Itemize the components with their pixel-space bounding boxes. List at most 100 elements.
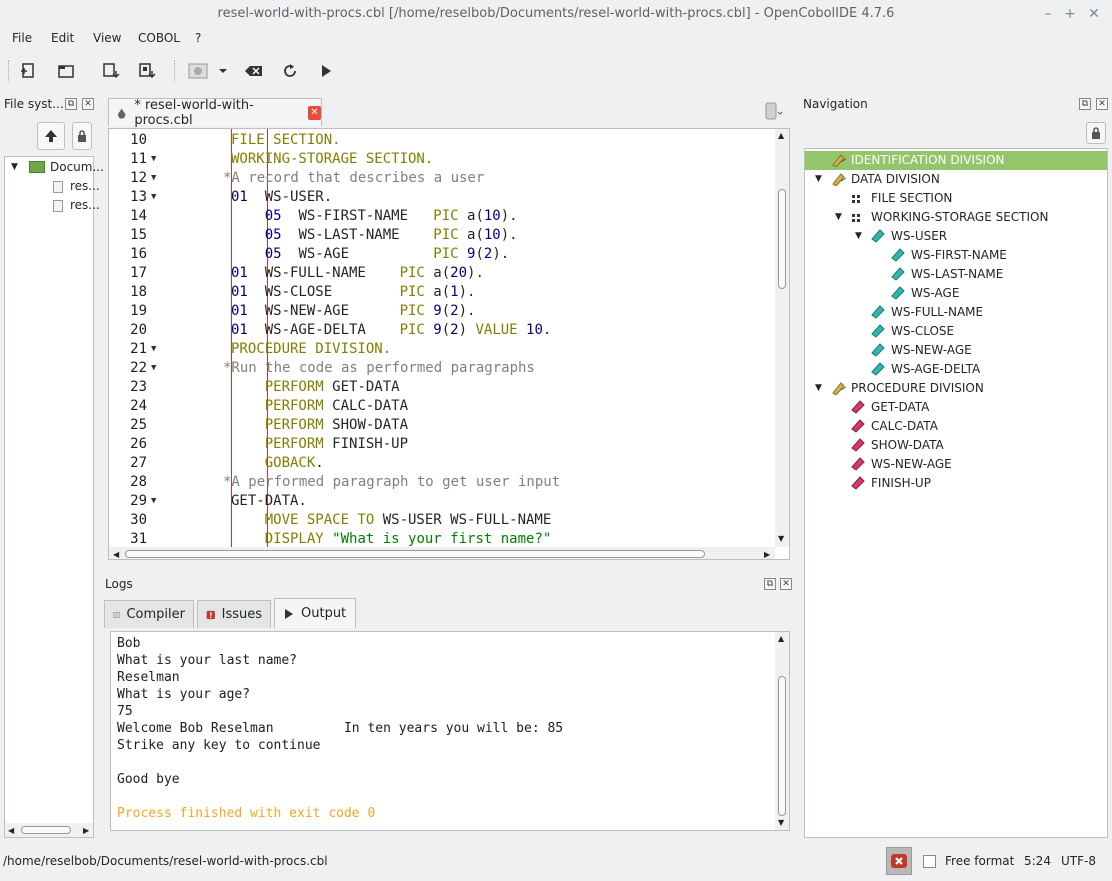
tree-file-label[interactable]: res...: [70, 198, 100, 212]
vertical-scrollbar[interactable]: ▲ ▼: [775, 129, 789, 547]
scroll-up-icon[interactable]: ▲: [778, 634, 784, 643]
code-line[interactable]: 10 FILE SECTION.: [109, 131, 789, 150]
tab-output[interactable]: Output: [274, 598, 356, 628]
horizontal-scrollbar[interactable]: ◀ ▶: [109, 547, 775, 559]
code-line[interactable]: 25 PERFORM SHOW-DATA: [109, 416, 789, 435]
fold-icon[interactable]: ▼: [151, 340, 156, 359]
code-line[interactable]: 30 MOVE SPACE TO WS-USER WS-FULL-NAME: [109, 511, 789, 530]
code-line[interactable]: 17 01 WS-FULL-NAME PIC a(20).: [109, 264, 789, 283]
code-line[interactable]: 22 ▼ *Run the code as performed paragraphs: [109, 359, 789, 378]
scroll-thumb[interactable]: [21, 826, 71, 834]
nav-item[interactable]: ▼ DATA DIVISION: [805, 170, 1107, 189]
code-line[interactable]: 19 01 WS-NEW-AGE PIC 9(2).: [109, 302, 789, 321]
code-line[interactable]: 28 *A performed paragraph to get user inp…: [109, 473, 789, 492]
nav-item[interactable]: FILE SECTION: [805, 189, 1107, 208]
nav-item[interactable]: ▼ WS-USER: [805, 227, 1107, 246]
menu-view[interactable]: View: [93, 31, 121, 45]
fold-icon[interactable]: ▼: [151, 169, 156, 188]
navigation-tree[interactable]: IDENTIFICATION DIVISION ▼ DATA DIVISION FIL…: [804, 148, 1108, 838]
menu-file[interactable]: File: [12, 31, 32, 45]
open-file-icon[interactable]: [52, 58, 80, 84]
nav-item[interactable]: WS-AGE: [805, 284, 1107, 303]
run-icon[interactable]: [312, 58, 340, 84]
nav-item[interactable]: WS-FIRST-NAME: [805, 246, 1107, 265]
code-line[interactable]: 21 ▼ PROCEDURE DIVISION.: [109, 340, 789, 359]
save-icon[interactable]: [98, 58, 126, 84]
code-line[interactable]: 23 PERFORM GET-DATA: [109, 378, 789, 397]
lock-button[interactable]: [72, 122, 92, 150]
close-panel-icon[interactable]: ✕: [1096, 98, 1108, 110]
nav-item[interactable]: CALC-DATA: [805, 417, 1107, 436]
fold-icon[interactable]: ▼: [151, 359, 156, 378]
nav-item[interactable]: IDENTIFICATION DIVISION: [805, 151, 1107, 170]
nav-item[interactable]: WS-LAST-NAME: [805, 265, 1107, 284]
dropdown-icon[interactable]: [214, 58, 232, 84]
code-line[interactable]: 12 ▼ *A record that describes a user: [109, 169, 789, 188]
scroll-up-icon[interactable]: ▲: [778, 131, 784, 140]
new-file-icon[interactable]: [14, 58, 42, 84]
fold-icon[interactable]: ▼: [151, 188, 156, 207]
nav-item[interactable]: WS-CLOSE: [805, 322, 1107, 341]
save-as-icon[interactable]: [134, 58, 162, 84]
code-line[interactable]: 20 01 WS-AGE-DELTA PIC 9(2) VALUE 10.: [109, 321, 789, 340]
code-line[interactable]: 24 PERFORM CALC-DATA: [109, 397, 789, 416]
filesystem-tree[interactable]: ▼ Docum... res... res... ◀ ▶: [4, 156, 104, 838]
code-line[interactable]: 18 01 WS-CLOSE PIC a(1).: [109, 283, 789, 302]
nav-item[interactable]: GET-DATA: [805, 398, 1107, 417]
trash-icon[interactable]: [762, 100, 783, 122]
free-format-checkbox[interactable]: [923, 855, 936, 868]
compile-icon[interactable]: [184, 58, 212, 84]
scroll-thumb[interactable]: [125, 550, 705, 558]
editor-tab[interactable]: * resel-world-with-procs.cbl ✕: [108, 98, 322, 128]
scroll-down-icon[interactable]: ▼: [778, 534, 784, 543]
minimize-icon[interactable]: –: [1038, 4, 1058, 24]
nav-item[interactable]: FINISH-UP: [805, 474, 1107, 493]
scroll-thumb[interactable]: [778, 676, 786, 816]
scroll-right-icon[interactable]: ▶: [764, 550, 770, 559]
code-line[interactable]: 26 PERFORM FINISH-UP: [109, 435, 789, 454]
scroll-down-icon[interactable]: ▼: [778, 818, 784, 827]
close-panel-icon[interactable]: ✕: [780, 578, 792, 590]
close-tab-icon[interactable]: ✕: [307, 105, 321, 120]
expand-icon[interactable]: ▼: [11, 162, 18, 172]
output-console[interactable]: Bob What is your last name? Reselman What i…: [110, 631, 790, 831]
code-line[interactable]: 14 05 WS-FIRST-NAME PIC a(10).: [109, 207, 789, 226]
fold-icon[interactable]: ▼: [151, 150, 156, 169]
vertical-scrollbar[interactable]: ▲ ▼: [775, 632, 789, 830]
nav-item[interactable]: ▼ PROCEDURE DIVISION: [805, 379, 1107, 398]
menu-cobol[interactable]: COBOL: [138, 31, 180, 45]
code-line[interactable]: 16 05 WS-AGE PIC 9(2).: [109, 245, 789, 264]
nav-item[interactable]: WS-FULL-NAME: [805, 303, 1107, 322]
close-icon[interactable]: ✕: [1084, 4, 1104, 24]
expand-icon[interactable]: ▼: [855, 227, 862, 246]
lock-button[interactable]: [1086, 122, 1106, 144]
float-icon[interactable]: ⧉: [764, 578, 776, 590]
code-editor[interactable]: 10 FILE SECTION. 11 ▼ WORKING-STORAGE SECTIO…: [108, 128, 790, 560]
window-titlebar[interactable]: resel-world-with-procs.cbl [/home/reselb…: [0, 0, 1112, 28]
fold-icon[interactable]: ▼: [151, 492, 156, 511]
error-indicator-button[interactable]: [886, 847, 912, 875]
scroll-left-icon[interactable]: ◀: [8, 826, 14, 835]
rebuild-icon[interactable]: [276, 58, 304, 84]
float-icon[interactable]: ⧉: [65, 98, 77, 110]
go-up-button[interactable]: [37, 122, 65, 150]
nav-item[interactable]: SHOW-DATA: [805, 436, 1107, 455]
expand-icon[interactable]: ▼: [835, 208, 842, 227]
menu-help[interactable]: ?: [195, 31, 201, 45]
expand-icon[interactable]: ▼: [815, 379, 822, 398]
code-line[interactable]: 11 ▼ WORKING-STORAGE SECTION.: [109, 150, 789, 169]
scroll-left-icon[interactable]: ◀: [113, 550, 119, 559]
nav-item[interactable]: WS-NEW-AGE: [805, 341, 1107, 360]
clean-icon[interactable]: [240, 58, 268, 84]
tab-issues[interactable]: Issues: [197, 600, 271, 628]
nav-item[interactable]: WS-NEW-AGE: [805, 455, 1107, 474]
scroll-right-icon[interactable]: ▶: [83, 826, 89, 835]
nav-item[interactable]: ▼ WORKING-STORAGE SECTION: [805, 208, 1107, 227]
horizontal-scrollbar[interactable]: ◀ ▶: [5, 823, 93, 837]
tree-file-label[interactable]: res...: [70, 179, 100, 193]
tab-compiler[interactable]: Compiler: [104, 600, 194, 628]
float-icon[interactable]: ⧉: [1079, 98, 1091, 110]
nav-item[interactable]: WS-AGE-DELTA: [805, 360, 1107, 379]
expand-icon[interactable]: ▼: [815, 170, 822, 189]
code-line[interactable]: 15 05 WS-LAST-NAME PIC a(10).: [109, 226, 789, 245]
